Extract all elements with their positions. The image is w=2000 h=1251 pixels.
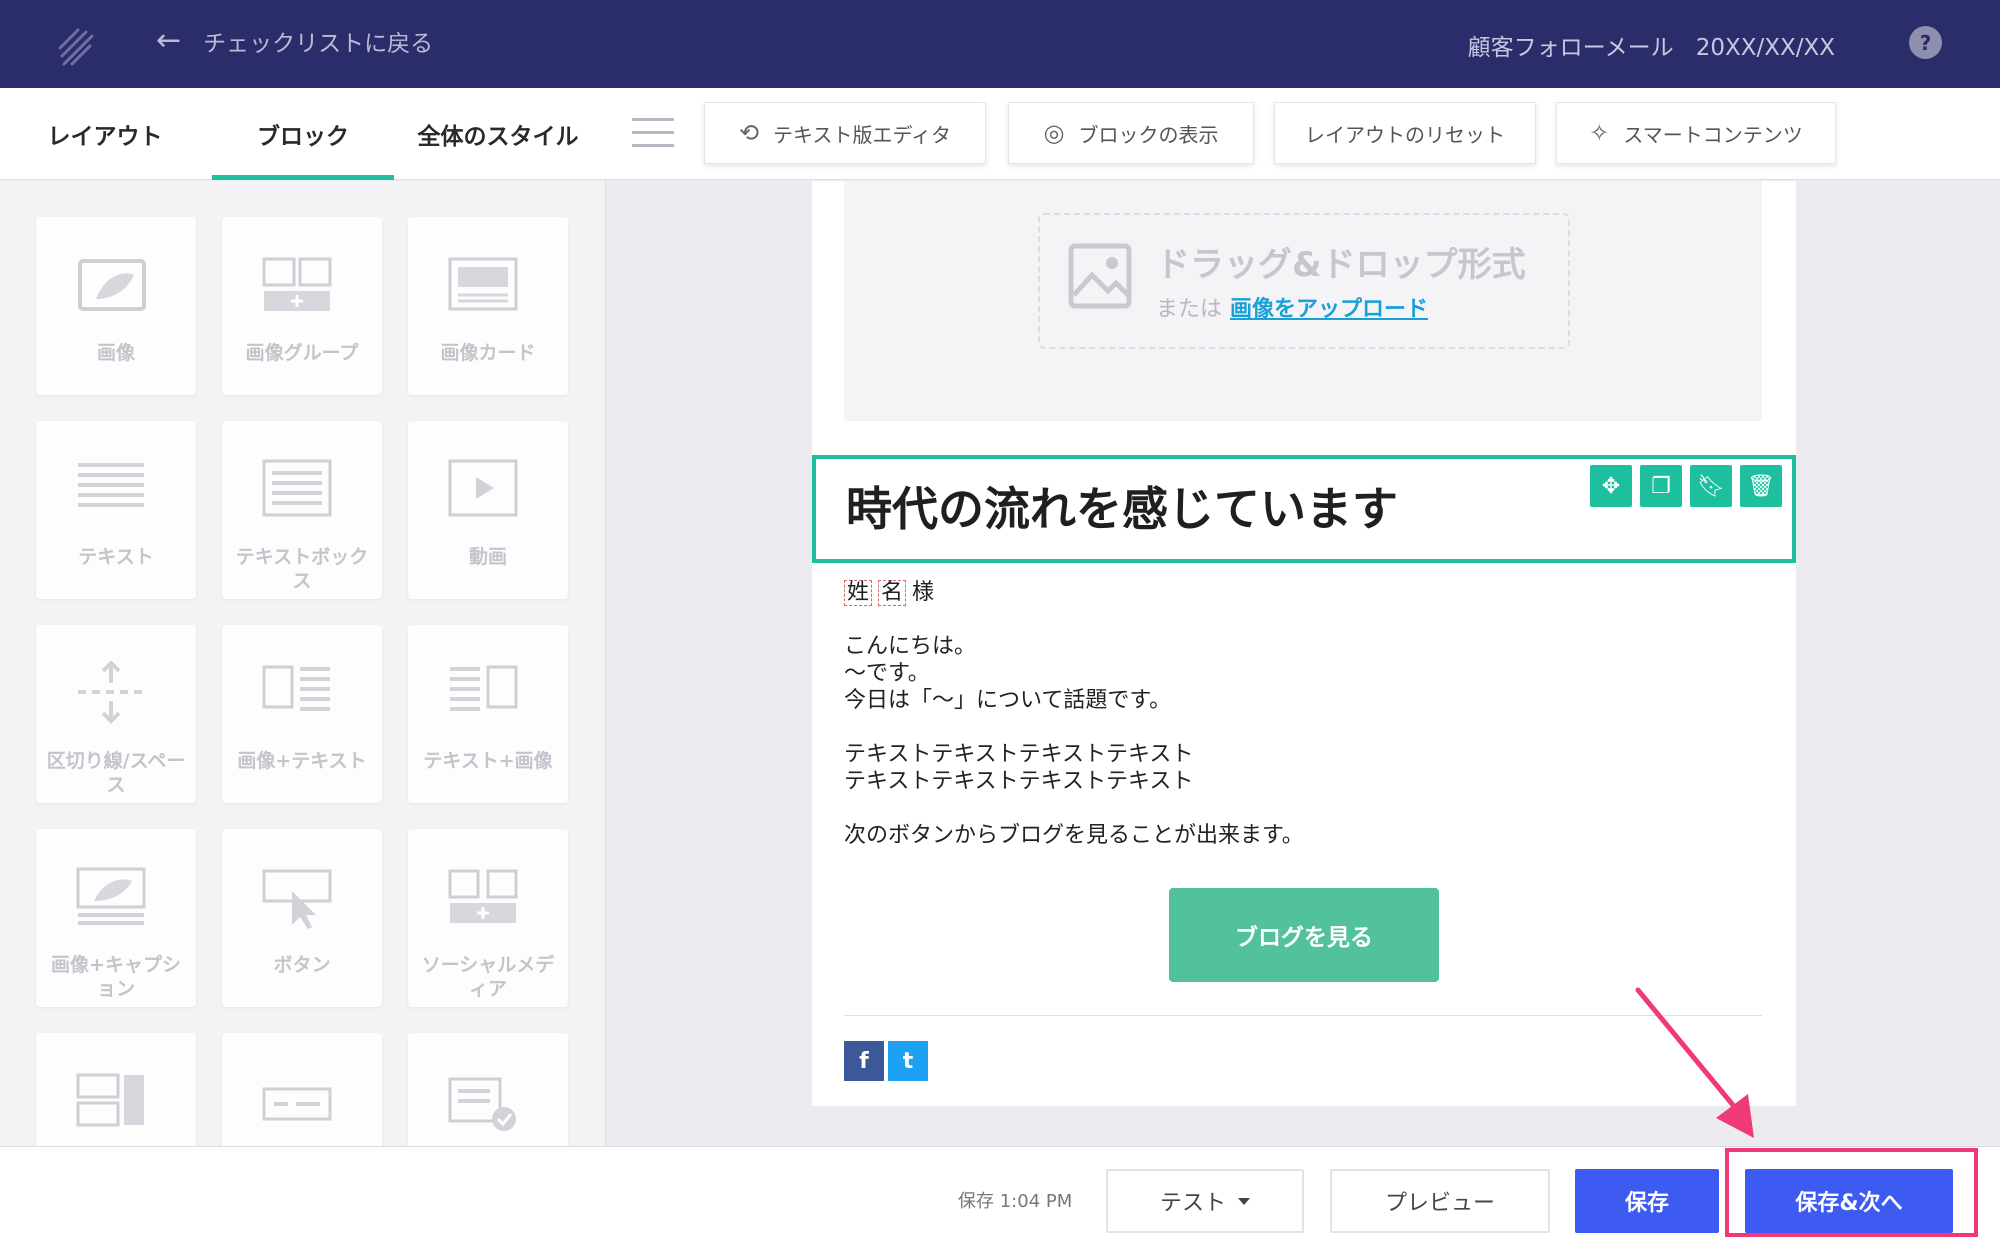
- campaign-title: 顧客フォローメール 20XX/XX/XX: [1468, 28, 1835, 62]
- merge-tag-first-name[interactable]: 名: [878, 580, 907, 606]
- top-bar: ← チェックリストに戻る 顧客フォローメール 20XX/XX/XX ?: [0, 0, 2000, 88]
- body-line: テキストテキストテキストテキスト: [844, 769, 1194, 794]
- block-image-group[interactable]: 画像グループ: [222, 217, 382, 395]
- preview-button[interactable]: プレビュー: [1330, 1169, 1550, 1233]
- headline-block-selected[interactable]: 時代の流れを感じています ✥ ❐ 🔖︎ 🗑︎: [812, 455, 1796, 563]
- greeting-line: 姓名様: [844, 579, 1764, 606]
- button-icon: [262, 869, 332, 929]
- refresh-icon: ⟲: [738, 119, 760, 147]
- body-line: こんにちは。: [844, 634, 977, 659]
- body-line: 次のボタンからブログを見ることが出来ます。: [844, 823, 1304, 848]
- block-text-box[interactable]: テキストボックス: [222, 421, 382, 599]
- block-image-card[interactable]: 画像カード: [408, 217, 568, 395]
- annotation-highlight-box: [1725, 1148, 1978, 1237]
- smart-content-button[interactable]: ✧ スマートコンテンツ: [1556, 102, 1836, 164]
- block-image[interactable]: 画像: [36, 217, 196, 395]
- block-palette: 画像 画像グループ 画像カード テキスト テキストボックス 動画 区切り線/スペ…: [0, 181, 606, 1251]
- image-dropzone[interactable]: ドラッグ&ドロップ形式 または 画像をアップロード: [1038, 213, 1570, 349]
- image-icon: [78, 259, 146, 311]
- image-placeholder[interactable]: ドラッグ&ドロップ形式 または 画像をアップロード: [844, 181, 1762, 421]
- save-status: 保存 1:04 PM: [958, 1191, 1073, 1212]
- text-editor-button[interactable]: ⟲ テキスト版エディタ: [704, 102, 986, 164]
- block-text-image[interactable]: テキスト+画像: [408, 625, 568, 803]
- image-group-icon: [262, 257, 332, 311]
- navigation-icon: [262, 1087, 332, 1121]
- back-label: チェックリストに戻る: [203, 31, 434, 57]
- image-caption-icon: [76, 867, 146, 925]
- twitter-icon[interactable]: t: [888, 1041, 928, 1081]
- bottom-action-bar: 保存 1:04 PM テスト プレビュー 保存 保存&次へ: [0, 1146, 2000, 1251]
- test-dropdown-button[interactable]: テスト: [1106, 1169, 1304, 1233]
- block-text[interactable]: テキスト: [36, 421, 196, 599]
- social-icons: f t: [844, 1041, 932, 1081]
- move-icon[interactable]: ✥: [1590, 465, 1632, 507]
- duplicate-icon[interactable]: ❐: [1640, 465, 1682, 507]
- reset-layout-button[interactable]: レイアウトのリセット: [1274, 102, 1536, 164]
- divider: [844, 1015, 1762, 1016]
- help-icon: ?: [1919, 30, 1932, 55]
- logo-icon: [58, 28, 94, 66]
- image-placeholder-icon: [1068, 243, 1132, 309]
- text-icon: [78, 463, 144, 507]
- text-block[interactable]: 姓名様 こんにちは。 〜です。 今日は「〜」について話題です。 テキストテキスト…: [844, 579, 1764, 849]
- eye-slash-icon: ◎: [1043, 119, 1065, 147]
- survey-icon: [448, 1077, 516, 1131]
- campaign-name: 顧客フォローメール: [1467, 35, 1674, 61]
- campaign-date: 20XX/XX/XX: [1695, 35, 1835, 61]
- trash-icon[interactable]: 🗑︎: [1740, 465, 1782, 507]
- show-blocks-button[interactable]: ◎ ブロックの表示: [1008, 102, 1254, 164]
- tab-blocks[interactable]: ブロック: [212, 88, 394, 180]
- text-image-icon: [450, 665, 518, 711]
- tab-global-style[interactable]: 全体のスタイル: [408, 88, 588, 180]
- social-follow-icon: [76, 1073, 144, 1127]
- tab-layout[interactable]: レイアウト: [34, 88, 176, 180]
- block-divider-space[interactable]: 区切り線/スペース: [36, 625, 196, 803]
- email-canvas: ドラッグ&ドロップ形式 または 画像をアップロード 時代の流れを感じています ✥ …: [812, 181, 1796, 1106]
- social-media-icon: [448, 869, 518, 923]
- text-box-icon: [262, 459, 332, 517]
- upload-image-link[interactable]: 画像をアップロード: [1230, 297, 1428, 322]
- divider-icon: [78, 661, 144, 724]
- back-to-checklist-link[interactable]: ← チェックリストに戻る: [156, 24, 433, 58]
- body-line: 〜です。: [844, 661, 930, 686]
- block-image-caption[interactable]: 画像+キャプション: [36, 829, 196, 1007]
- block-social-media[interactable]: ソーシャルメディア: [408, 829, 568, 1007]
- body-line: テキストテキストテキストテキスト: [844, 742, 1194, 767]
- help-button[interactable]: ?: [1909, 26, 1942, 59]
- video-icon: [448, 459, 518, 517]
- editor-toolbar: レイアウト ブロック 全体のスタイル ⟲ テキスト版エディタ ◎ ブロックの表示…: [0, 88, 2000, 180]
- image-card-icon: [448, 257, 518, 311]
- image-text-icon: [262, 665, 330, 711]
- facebook-icon[interactable]: f: [844, 1041, 884, 1081]
- body-line: 今日は「〜」について話題です。: [844, 688, 1172, 713]
- back-arrow-icon: ←: [156, 23, 182, 58]
- block-image-text[interactable]: 画像+テキスト: [222, 625, 382, 803]
- view-blog-button[interactable]: ブログを見る: [1169, 888, 1439, 982]
- smart-content-icon: ✧: [1589, 119, 1610, 147]
- block-video[interactable]: 動画: [408, 421, 568, 599]
- bookmark-icon[interactable]: 🔖︎: [1690, 465, 1732, 507]
- block-actions: ✥ ❐ 🔖︎ 🗑︎: [1582, 465, 1782, 507]
- headline-text[interactable]: 時代の流れを感じています: [846, 473, 1398, 539]
- merge-tag-last-name[interactable]: 姓: [844, 580, 873, 606]
- block-button[interactable]: ボタン: [222, 829, 382, 1007]
- save-button[interactable]: 保存: [1575, 1169, 1719, 1233]
- dropzone-title: ドラッグ&ドロップ形式: [1156, 245, 1526, 285]
- dropzone-subtitle: または 画像をアップロード: [1156, 297, 1429, 322]
- menu-icon[interactable]: [632, 118, 674, 150]
- caret-down-icon: [1238, 1197, 1250, 1205]
